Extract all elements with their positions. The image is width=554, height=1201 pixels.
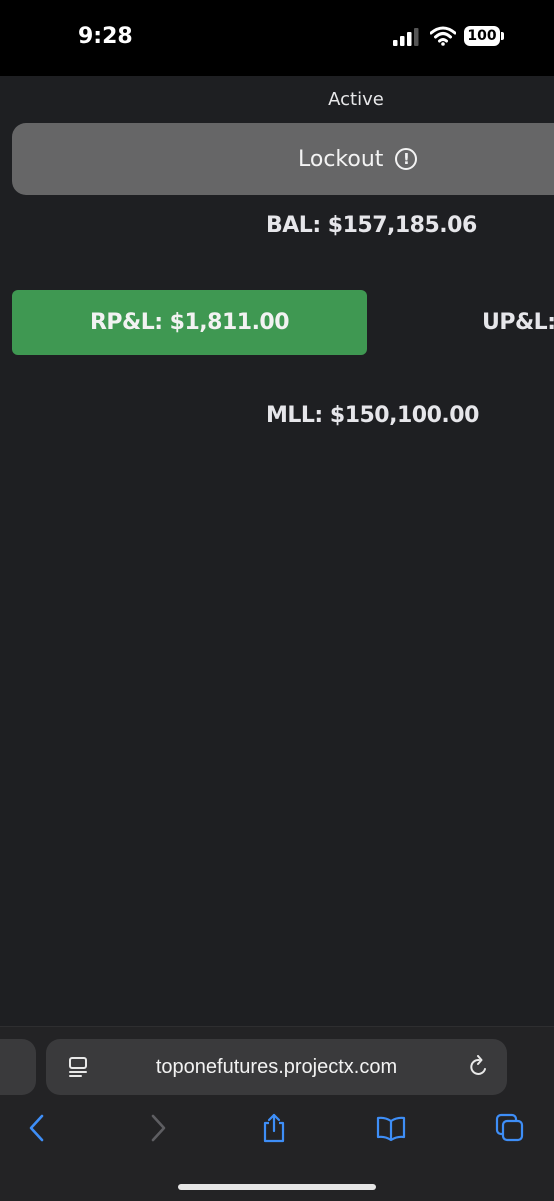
status-time: 9:28 <box>78 24 133 49</box>
bookmarks-icon[interactable] <box>376 1113 406 1143</box>
realized-pnl-label: RP&L: $1,811.00 <box>89 310 290 335</box>
account-status-label: Active <box>328 89 384 110</box>
balance-text: BAL: $157,185.06 <box>266 213 477 238</box>
lockout-button[interactable]: Lockout ! <box>12 123 554 195</box>
unrealized-pnl-text: UP&L: $ <box>482 310 554 335</box>
back-icon[interactable] <box>23 1113 53 1143</box>
battery-nub <box>501 32 504 40</box>
web-content: Active Lockout ! BAL: $157,185.06 RP&L: … <box>0 76 554 1026</box>
wifi-icon <box>430 26 456 46</box>
max-loss-limit-text: MLL: $150,100.00 <box>266 403 479 428</box>
realized-pnl-button[interactable]: RP&L: $1,811.00 <box>12 290 367 355</box>
address-bar[interactable]: toponefutures.projectx.com <box>46 1039 507 1095</box>
status-bar: 9:28 100 <box>0 0 554 76</box>
home-indicator <box>178 1184 376 1190</box>
tabs-icon[interactable] <box>495 1113 525 1143</box>
previous-tab-preview[interactable] <box>0 1039 36 1095</box>
url-text: toponefutures.projectx.com <box>155 1056 398 1078</box>
reload-icon[interactable] <box>468 1055 490 1079</box>
forward-icon[interactable] <box>142 1113 172 1143</box>
cellular-signal-icon <box>393 28 419 46</box>
share-icon[interactable] <box>259 1113 289 1143</box>
exclamation-circle-icon: ! <box>395 148 418 170</box>
lockout-button-content: Lockout ! <box>298 123 418 195</box>
lockout-label: Lockout <box>298 146 384 172</box>
browser-bottom-bar: toponefutures.projectx.com <box>0 1026 554 1201</box>
battery-icon: 100 <box>464 26 500 46</box>
